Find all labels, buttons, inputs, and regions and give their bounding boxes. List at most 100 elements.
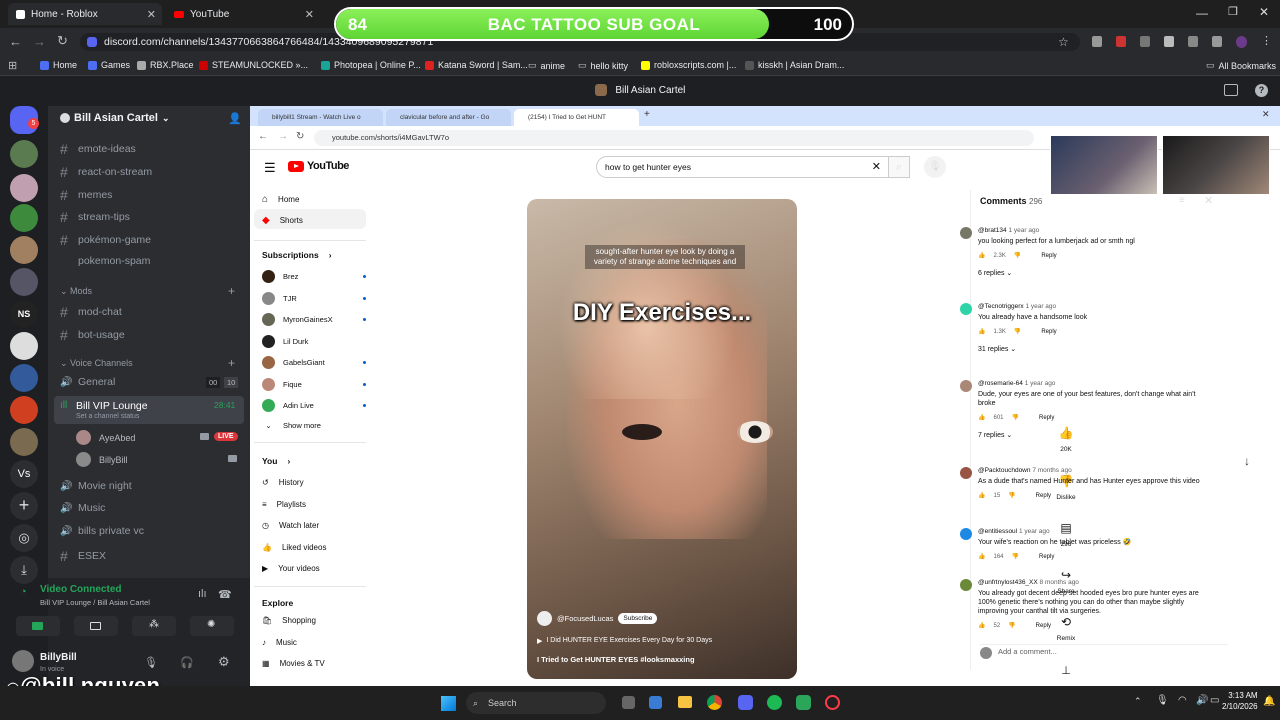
profile-avatar[interactable] xyxy=(1236,36,1248,48)
bookmark-steamunlocked[interactable]: STEAMUNLOCKED »... xyxy=(199,60,308,70)
bookmark-kisskh[interactable]: kisskh | Asian Dram... xyxy=(745,60,844,70)
screen-share-button[interactable] xyxy=(74,616,118,636)
voice-location[interactable]: Bill VIP Lounge / Bill Asian Cartel xyxy=(40,598,150,607)
subscription-tjr[interactable]: TJR xyxy=(262,292,366,305)
subscribe-button[interactable]: Subscribe xyxy=(618,613,658,624)
reload-icon[interactable]: ↻ xyxy=(296,131,304,142)
voice-vip-lounge[interactable]: ıll Bill VIP Lounge Set a channel status… xyxy=(54,396,244,424)
channel-pokemon-game[interactable]: # pokémon-game xyxy=(60,232,240,248)
subscription-brez[interactable]: Brez xyxy=(262,270,366,283)
back-icon[interactable]: ← xyxy=(258,131,268,142)
bookmark-anime[interactable]: ▭ anime xyxy=(528,60,565,71)
restore-icon[interactable]: ❐ xyxy=(1228,5,1238,18)
hamburger-menu-icon[interactable]: ☰ xyxy=(264,160,276,176)
forward-icon[interactable]: → xyxy=(278,131,288,142)
channel-react-on-stream[interactable]: # react-on-stream xyxy=(60,164,240,180)
settings-gear-icon[interactable]: ⚙ xyxy=(218,654,230,670)
taskview-icon[interactable] xyxy=(622,696,635,709)
category-voice[interactable]: ⌄ Voice Channels xyxy=(60,358,133,369)
microphone-icon[interactable]: 🎙 xyxy=(144,656,158,669)
add-comment-input[interactable]: Add a comment... xyxy=(998,647,1057,656)
reply-button[interactable]: Reply xyxy=(1036,623,1051,629)
back-icon[interactable]: ← xyxy=(9,34,22,49)
nav-home[interactable]: ⌂ Home xyxy=(262,194,299,205)
show-more[interactable]: ⌄ Show more xyxy=(262,421,362,430)
noise-icon[interactable]: ılı xyxy=(198,588,207,600)
nav-movies-tv[interactable]: ▦ Movies & TV xyxy=(262,659,325,668)
nav-music[interactable]: ♪ Music xyxy=(262,638,297,647)
microphone-icon[interactable]: 🎙 xyxy=(924,156,946,178)
bookmark-home[interactable]: Home xyxy=(40,60,77,70)
soundboard-button[interactable]: ✺ xyxy=(190,616,234,636)
notification-bell-icon[interactable]: 🔔 xyxy=(1263,696,1275,707)
voice-esex[interactable]: # ESEX xyxy=(60,548,240,564)
opera-icon[interactable] xyxy=(825,695,840,710)
nav-shorts[interactable]: ◆ Shorts xyxy=(262,215,303,226)
chevron-up-icon[interactable]: ⌃ xyxy=(1134,696,1142,707)
close-window-icon[interactable]: ✕ xyxy=(1259,5,1269,19)
nav-liked-videos[interactable]: 👍 Liked videos xyxy=(262,543,326,552)
you-header[interactable]: You › xyxy=(262,456,290,466)
bookmark-photopea[interactable]: Photopea | Online P... xyxy=(321,60,421,70)
subscription-adin-live[interactable]: Adin Live xyxy=(262,399,366,412)
tab-roblox[interactable]: Home - Roblox ✕ xyxy=(8,3,162,25)
sort-icon[interactable]: ≡ xyxy=(1179,195,1185,206)
shared-tab[interactable]: billybill1 Stream - Watch Live o xyxy=(258,109,383,126)
scroll-down-icon[interactable]: ↓ xyxy=(1244,454,1250,468)
server-icon[interactable] xyxy=(10,332,38,360)
spotify-icon[interactable] xyxy=(767,695,782,710)
help-icon[interactable]: ? xyxy=(1255,84,1268,97)
apps-grid-icon[interactable]: ⊞ xyxy=(8,59,17,72)
nav-your-videos[interactable]: ▶ Your videos xyxy=(262,564,320,573)
clock[interactable]: 3:13 AM 2/10/2026 xyxy=(1222,690,1258,712)
nav-watch-later[interactable]: ◷ Watch later xyxy=(262,521,319,530)
reload-icon[interactable]: ↻ xyxy=(57,33,68,49)
bookmark-star-icon[interactable]: ☆ xyxy=(1058,33,1069,51)
bookmark-games[interactable]: Games xyxy=(88,60,130,70)
server-vs[interactable]: Vs xyxy=(10,460,38,488)
voice-bills-private[interactable]: 🔊 bills private vc xyxy=(60,525,240,537)
extension-icon[interactable] xyxy=(1116,36,1127,47)
server-header[interactable]: Bill Asian Cartel ⌄ xyxy=(60,112,170,124)
search-icon[interactable]: ⌕ xyxy=(888,156,910,178)
voice-movie-night[interactable]: 🔊 Movie night xyxy=(60,480,240,492)
server-icon[interactable] xyxy=(10,268,38,296)
minimize-icon[interactable]: — xyxy=(1196,6,1208,20)
short-video-player[interactable]: sought-after hunter eye look by doing a … xyxy=(527,199,797,679)
shared-url-field[interactable]: youtube.com/shorts/i4MGavLTW7o xyxy=(314,130,1034,146)
server-ns[interactable]: NS xyxy=(10,300,38,328)
tab-youtube[interactable]: YouTube ✕ xyxy=(166,3,320,25)
discover-icon[interactable]: ◎ xyxy=(10,524,38,552)
volume-icon[interactable]: 🔊 xyxy=(1196,695,1208,706)
add-channel-icon[interactable]: + xyxy=(228,284,235,298)
category-mods[interactable]: ⌄ Mods xyxy=(60,286,92,297)
reply-button[interactable]: Reply xyxy=(1039,415,1054,421)
server-icon[interactable] xyxy=(10,236,38,264)
puzzle-icon[interactable] xyxy=(1164,36,1175,47)
discord-icon[interactable] xyxy=(738,695,753,710)
avatar[interactable] xyxy=(12,650,34,672)
channel-mod-chat[interactable]: # mod-chat xyxy=(60,304,240,320)
voice-user-ayeabed[interactable]: AyeAbed xyxy=(76,430,135,445)
video-button[interactable] xyxy=(16,616,60,636)
reply-button[interactable]: Reply xyxy=(1039,554,1054,560)
extension-icon[interactable] xyxy=(1092,36,1103,47)
new-tab-icon[interactable]: + xyxy=(644,109,650,120)
bookmark-katana[interactable]: Katana Sword | Sam... xyxy=(425,60,528,70)
shared-tab[interactable]: clavicular before and after - Go xyxy=(386,109,511,126)
more-icon[interactable]: ⋮ xyxy=(1261,36,1272,48)
channel-bot-usage[interactable]: # bot-usage xyxy=(60,327,240,343)
invite-icon[interactable]: 👤 xyxy=(228,112,242,125)
replies-toggle[interactable]: 7 replies ⌄ xyxy=(978,431,1208,439)
reply-button[interactable]: Reply xyxy=(1036,493,1051,499)
clear-search-icon[interactable]: ✕ xyxy=(872,157,881,177)
nav-shopping[interactable]: 🛍 Shopping xyxy=(262,616,316,625)
reply-button[interactable]: Reply xyxy=(1041,253,1056,259)
activities-button[interactable]: ⁂ xyxy=(132,616,176,636)
microphone-icon[interactable]: 🎙 xyxy=(1156,695,1169,706)
close-window-icon[interactable]: ✕ xyxy=(1262,109,1270,120)
server-icon[interactable] xyxy=(10,174,38,202)
replies-toggle[interactable]: 6 replies ⌄ xyxy=(978,269,1208,277)
download-icon[interactable]: ⤓ xyxy=(10,556,38,584)
taskbar-search[interactable]: ⌕ Search xyxy=(466,692,606,714)
